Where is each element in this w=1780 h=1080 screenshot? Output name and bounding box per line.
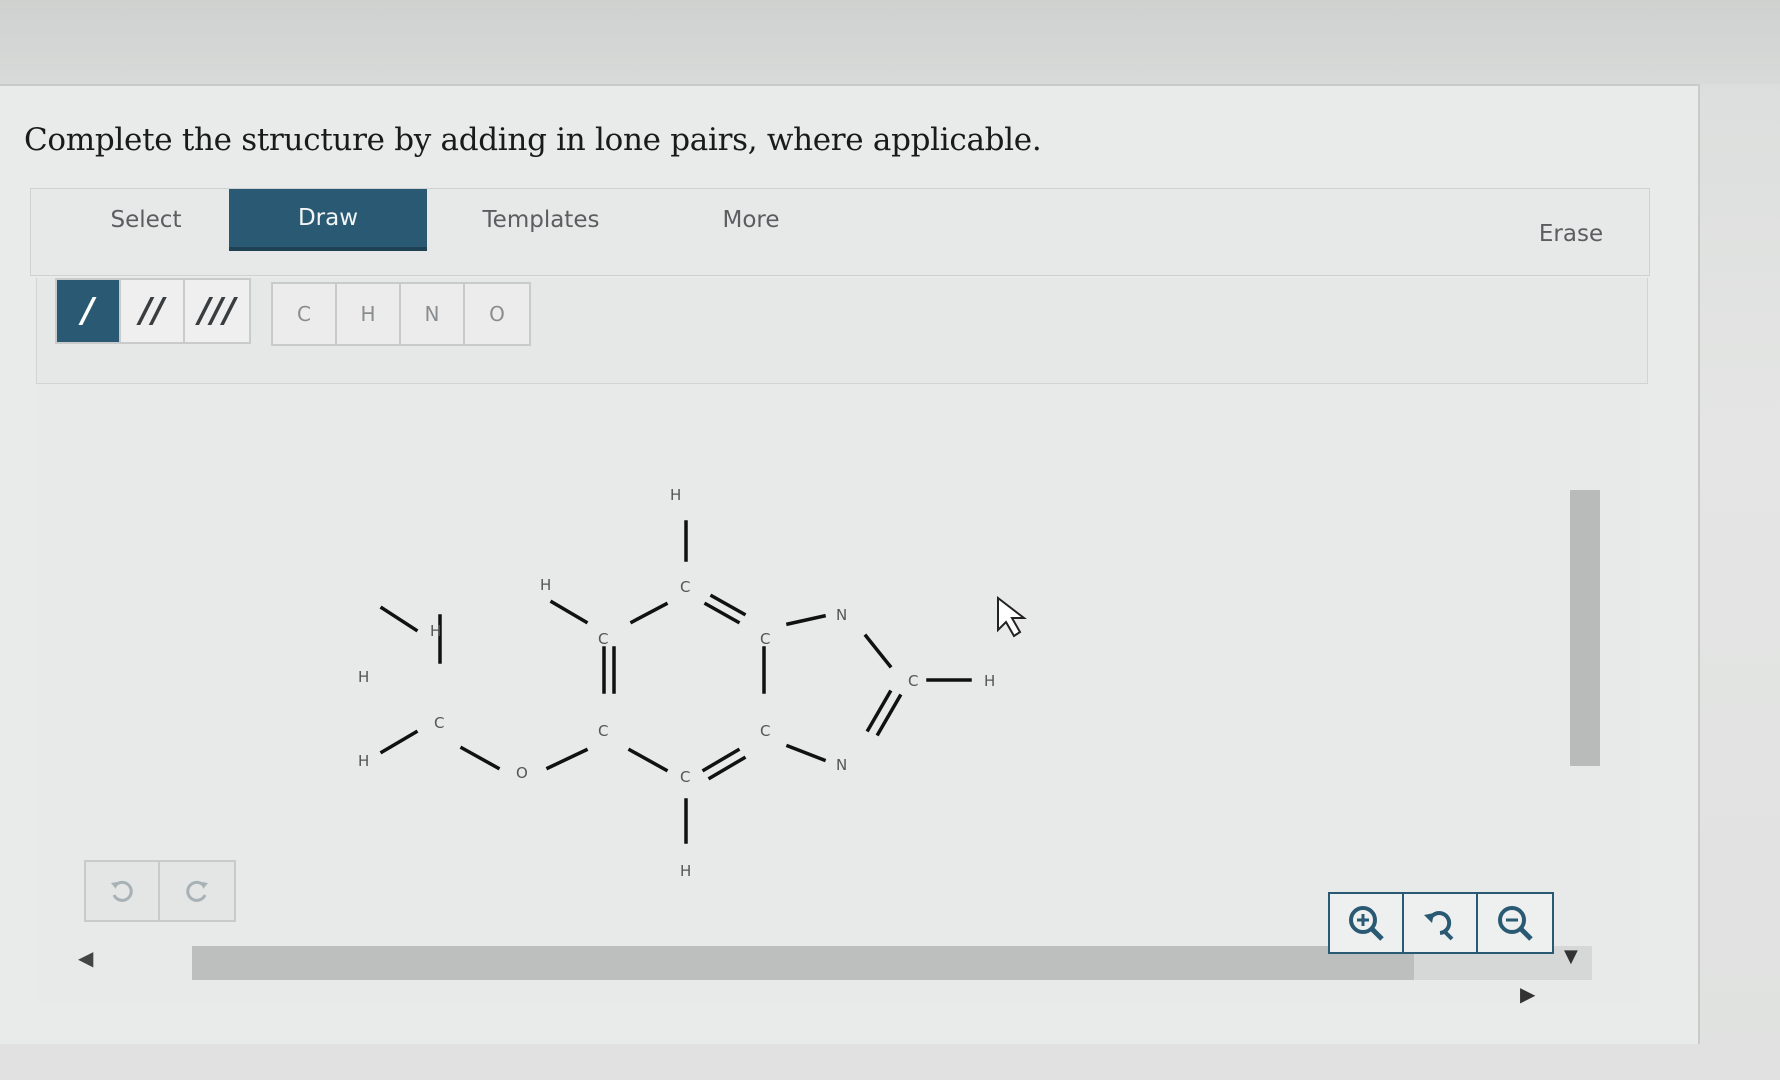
zoom-in-icon	[1349, 906, 1384, 941]
atom-label: N	[836, 606, 847, 624]
scroll-down-arrow-icon[interactable]: ▼	[1564, 946, 1578, 967]
vertical-scrollbar[interactable]	[1570, 490, 1600, 766]
undo-icon	[111, 880, 133, 902]
single-bond-button[interactable]: /	[57, 280, 121, 342]
zoom-reset-icon	[1424, 911, 1454, 941]
zoom-controls	[1328, 892, 1554, 954]
tab-templates[interactable]: Templates	[441, 189, 641, 251]
bond-tool-group: / // ///	[55, 278, 251, 344]
atom-tool-group: C H N O	[271, 282, 531, 346]
zoom-out-button[interactable]	[1478, 894, 1552, 952]
atom-label: C	[598, 722, 608, 740]
atom-label: H	[670, 486, 681, 504]
tab-select[interactable]: Select	[61, 189, 231, 251]
double-bond-button[interactable]: //	[121, 280, 185, 342]
atom-label: H	[680, 862, 691, 880]
atom-label: C	[680, 578, 690, 596]
molecule-structure[interactable]: H C H H H H C O C C C H C C N C H N	[330, 470, 1050, 890]
question-prompt: Complete the structure by adding in lone…	[24, 122, 1042, 158]
atom-label: C	[434, 714, 444, 732]
mouse-cursor-icon	[997, 595, 1027, 638]
atom-label: H	[540, 576, 551, 594]
undo-button[interactable]	[86, 862, 160, 920]
editor-toolbar: Select Draw Templates More Erase	[30, 188, 1650, 276]
atom-label: C	[760, 722, 770, 740]
window-top-band	[0, 0, 1780, 84]
atom-n-button[interactable]: N	[401, 284, 465, 344]
tab-draw[interactable]: Draw	[229, 189, 427, 251]
zoom-in-button[interactable]	[1330, 894, 1404, 952]
horizontal-scrollbar-thumb[interactable]	[192, 946, 1414, 980]
atom-label: H	[358, 668, 369, 686]
atom-label: H	[430, 622, 441, 640]
redo-icon	[186, 880, 208, 902]
triple-bond-button[interactable]: ///	[185, 280, 249, 342]
atom-label: C	[598, 630, 608, 648]
atom-c-button[interactable]: C	[273, 284, 337, 344]
atom-label: C	[680, 768, 690, 786]
draw-tools-row: / // /// C H N O	[36, 278, 1648, 384]
atom-label: H	[984, 672, 995, 690]
atom-label: C	[760, 630, 770, 648]
scroll-left-arrow-icon[interactable]: ◀	[78, 946, 93, 970]
atom-o-button[interactable]: O	[465, 284, 529, 344]
atom-label: N	[836, 756, 847, 774]
zoom-reset-button[interactable]	[1404, 894, 1478, 952]
redo-button[interactable]	[160, 862, 234, 920]
undo-redo-group	[84, 860, 236, 922]
zoom-out-icon	[1498, 906, 1533, 941]
erase-button[interactable]: Erase	[1501, 203, 1641, 265]
atom-h-button[interactable]: H	[337, 284, 401, 344]
scroll-right-arrow-icon[interactable]: ▶	[1520, 982, 1535, 1006]
atom-label: O	[516, 764, 528, 782]
atom-label: H	[358, 752, 369, 770]
atom-label: C	[908, 672, 918, 690]
tab-more[interactable]: More	[671, 189, 831, 251]
